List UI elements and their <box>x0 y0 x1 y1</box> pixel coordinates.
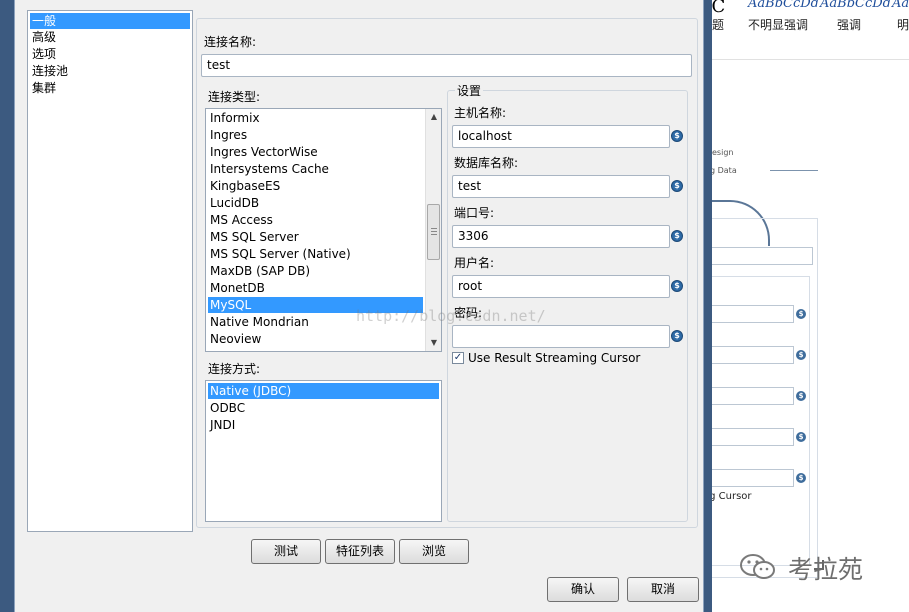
connection-name-label: 连接名称: <box>204 35 257 49</box>
test-button[interactable]: 测试 <box>251 539 321 564</box>
scroll-thumb[interactable] <box>427 204 440 260</box>
access-item[interactable]: ODBC <box>208 400 439 416</box>
db-type-item[interactable]: MonetDB <box>208 280 423 296</box>
scroll-down-arrow-icon[interactable]: ▼ <box>426 335 441 351</box>
nav-item-options[interactable]: 选项 <box>30 46 190 62</box>
background-field-4 <box>700 428 794 446</box>
feature-list-button[interactable]: 特征列表 <box>325 539 395 564</box>
style-name-2[interactable]: 不明显强调 <box>748 16 808 33</box>
database-input[interactable]: test <box>452 175 670 198</box>
ok-button[interactable]: 确认 <box>547 577 619 602</box>
background-field-name <box>700 247 813 265</box>
access-method-label: 连接方式: <box>208 362 261 376</box>
style-name-1[interactable]: 题 <box>712 16 724 33</box>
port-input[interactable]: 3306 <box>452 225 670 248</box>
streaming-cursor-checkbox[interactable]: ✓ <box>452 352 464 364</box>
cancel-button[interactable]: 取消 <box>627 577 699 602</box>
db-type-item[interactable]: LucidDB <box>208 195 423 211</box>
streaming-cursor-label: Use Result Streaming Cursor <box>468 351 641 365</box>
wechat-account-name: 考拉苑 <box>788 555 864 584</box>
scroll-up-arrow-icon[interactable]: ▲ <box>426 109 441 125</box>
nav-item-advanced[interactable]: 高级 <box>30 29 190 45</box>
db-type-item[interactable]: MS SQL Server (Native) <box>208 246 423 262</box>
username-label: 用户名: <box>454 256 495 270</box>
style-sample-3[interactable]: AaBbCcDd <box>820 0 891 11</box>
access-item-selected[interactable]: Native (JDBC) <box>208 383 439 399</box>
host-label: 主机名称: <box>454 106 507 120</box>
access-method-list[interactable]: Native (JDBC) ODBC JNDI <box>205 380 442 522</box>
background-field-3 <box>700 387 794 405</box>
nav-list: 一般 高级 选项 连接池 集群 <box>27 10 193 532</box>
settings-title: 设置 <box>455 82 484 99</box>
dollar-icon: $ <box>796 391 806 401</box>
variable-dollar-icon[interactable]: $ <box>671 180 683 192</box>
style-sample-4[interactable]: Aa <box>892 0 909 11</box>
nav-item-general[interactable]: 一般 <box>30 13 190 29</box>
db-type-item[interactable]: Neoview <box>208 331 423 347</box>
dialog-body: 一般 高级 选项 连接池 集群 连接名称: test 连接类型: Informi… <box>14 0 704 612</box>
background-field-5 <box>700 469 794 487</box>
variable-dollar-icon[interactable]: $ <box>671 230 683 242</box>
browse-button[interactable]: 浏览 <box>399 539 469 564</box>
access-item[interactable]: JNDI <box>208 417 439 433</box>
connection-name-input[interactable]: test <box>201 54 692 77</box>
wechat-logo-icon <box>738 552 778 582</box>
host-input[interactable]: localhost <box>452 125 670 148</box>
db-type-item[interactable]: MS SQL Server <box>208 229 423 245</box>
nav-item-clustering[interactable]: 集群 <box>30 80 190 96</box>
db-type-item[interactable]: KingbaseES <box>208 178 423 194</box>
username-input[interactable]: root <box>452 275 670 298</box>
db-type-item[interactable]: Informix <box>208 110 423 126</box>
nav-item-pooling[interactable]: 连接池 <box>30 63 190 79</box>
blog-watermark: http://blog.csdn.net/ <box>356 307 546 325</box>
divider-line <box>770 170 818 171</box>
connection-type-label: 连接类型: <box>208 90 261 104</box>
style-sample-2[interactable]: AaBbCcDd <box>748 0 819 11</box>
dollar-icon: $ <box>796 350 806 360</box>
background-field-2 <box>700 346 794 364</box>
db-type-item[interactable]: Ingres <box>208 127 423 143</box>
port-label: 端口号: <box>454 206 495 220</box>
variable-dollar-icon[interactable]: $ <box>671 330 683 342</box>
dollar-icon: $ <box>796 432 806 442</box>
password-input[interactable] <box>452 325 670 348</box>
design-tab-label: esign <box>712 148 734 157</box>
db-type-item[interactable]: Ingres VectorWise <box>208 144 423 160</box>
variable-dollar-icon[interactable]: $ <box>671 130 683 142</box>
database-connection-dialog: 一般 高级 选项 连接池 集群 连接名称: test 连接类型: Informi… <box>0 0 712 612</box>
db-type-item[interactable]: Intersystems Cache <box>208 161 423 177</box>
dollar-icon: $ <box>796 473 806 483</box>
variable-dollar-icon[interactable]: $ <box>671 280 683 292</box>
database-label: 数据库名称: <box>454 156 519 170</box>
styles-ribbon: bC AaBbCcDd AaBbCcDd Aa 题 不明显强调 强调 明 <box>700 0 909 60</box>
background-window: bC AaBbCcDd AaBbCcDd Aa 题 不明显强调 强调 明 esi… <box>700 0 909 612</box>
style-name-4[interactable]: 明 <box>897 16 909 33</box>
db-type-item[interactable]: MS Access <box>208 212 423 228</box>
db-type-item[interactable]: MaxDB (SAP DB) <box>208 263 423 279</box>
style-name-3[interactable]: 强调 <box>837 16 861 33</box>
background-field-1 <box>700 305 794 323</box>
design-tab-sublabel: g Data <box>710 166 737 175</box>
dollar-icon: $ <box>796 309 806 319</box>
